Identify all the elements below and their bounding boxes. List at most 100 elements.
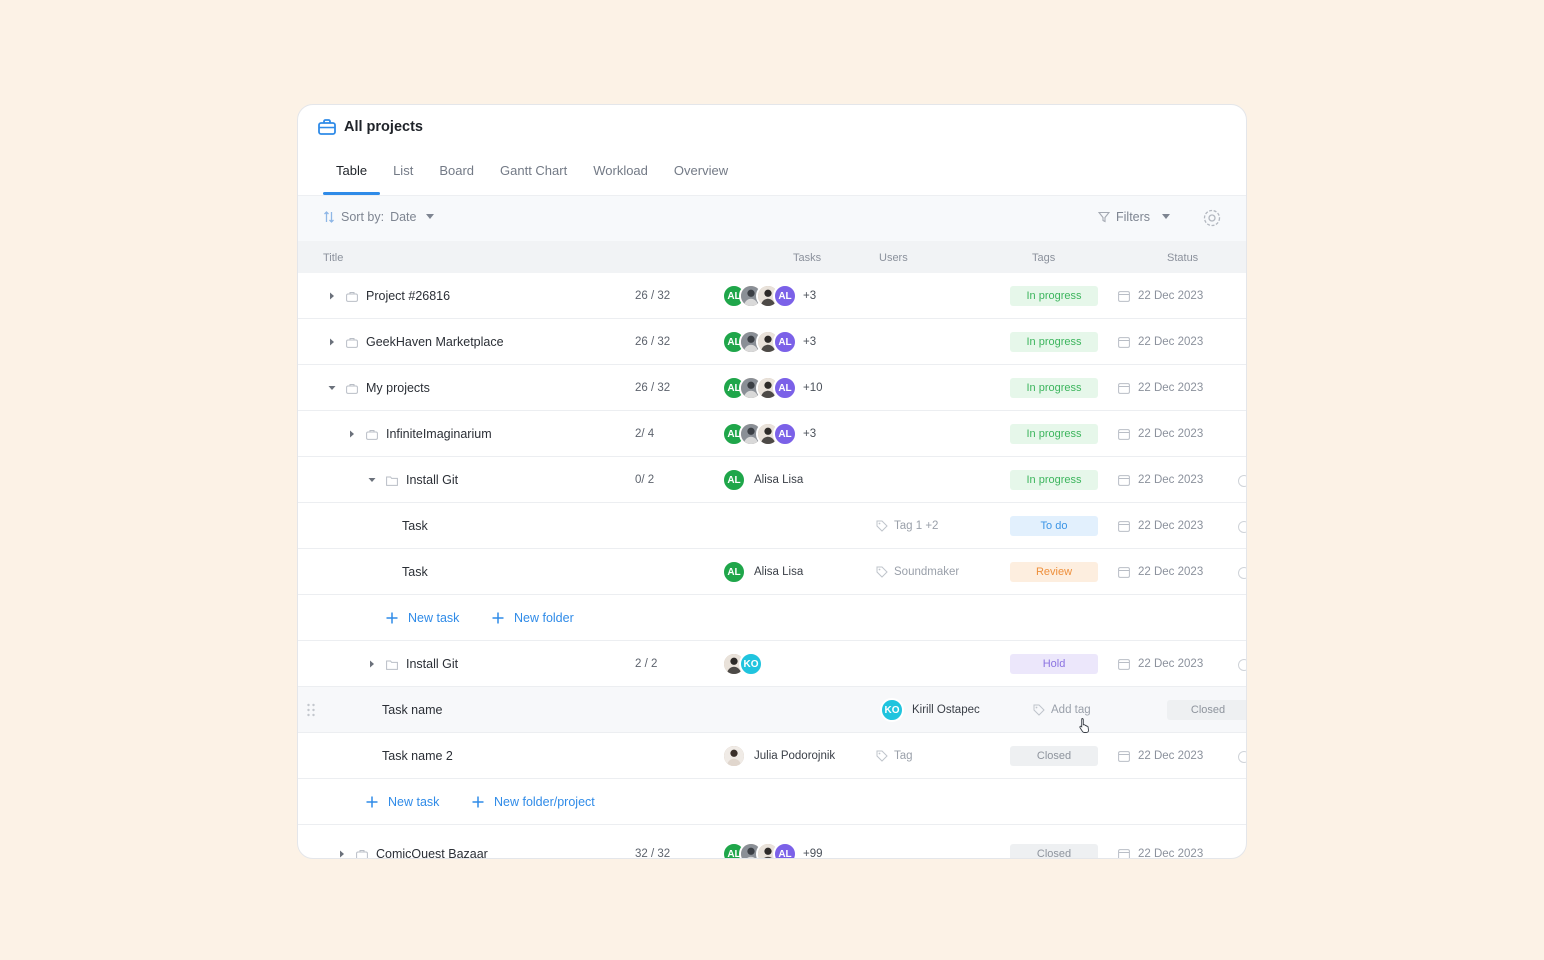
- avatar: AL: [773, 422, 797, 446]
- project-icon: [346, 383, 358, 394]
- new-task-label: New task: [408, 611, 460, 625]
- avatar-group[interactable]: AL AL: [722, 376, 797, 400]
- new-folder-button[interactable]: New folder: [492, 595, 574, 641]
- column-tasks[interactable]: Tasks: [793, 252, 821, 264]
- status-badge[interactable]: Closed: [1010, 844, 1098, 858]
- chevron-down-icon: [426, 214, 435, 219]
- new-task-button[interactable]: New task: [386, 595, 459, 641]
- due-date: 22 Dec 2023: [1138, 474, 1204, 486]
- add-row: New task New folder/project: [298, 779, 1246, 825]
- plus-icon: [366, 796, 378, 808]
- table-row[interactable]: Task Tag 1 +2 To do 22 Dec 2023: [298, 503, 1246, 549]
- table-row[interactable]: Task name 2 Julia Podorojnik Tag Closed …: [298, 733, 1246, 779]
- tab-workload[interactable]: Workload: [580, 155, 661, 195]
- column-users[interactable]: Users: [879, 252, 908, 264]
- row-action-icon[interactable]: [1238, 475, 1246, 487]
- table-row[interactable]: GeekHaven Marketplace 26 / 32 AL AL +3 I…: [298, 319, 1246, 365]
- row-action-icon[interactable]: [1238, 659, 1246, 671]
- status-badge[interactable]: In progress: [1010, 286, 1098, 306]
- avatar-group[interactable]: AL AL: [722, 284, 797, 308]
- more-users-count: +3: [803, 428, 817, 440]
- column-status[interactable]: Status: [1167, 252, 1198, 264]
- calendar-icon: [1118, 337, 1130, 348]
- due-date: 22 Dec 2023: [1138, 750, 1204, 762]
- row-title: ComicQuest Bazaar: [376, 847, 488, 859]
- table-row[interactable]: Task name KO Kirill Ostapec Add tag Clos…: [298, 687, 1246, 733]
- column-tags[interactable]: Tags: [1032, 252, 1055, 264]
- row-action-icon[interactable]: [1238, 567, 1246, 579]
- row-title: InfiniteImaginarium: [386, 427, 492, 441]
- filters-dropdown[interactable]: Filters: [1098, 210, 1171, 224]
- calendar-icon: [1118, 291, 1130, 302]
- tab-gantt-chart[interactable]: Gantt Chart: [487, 155, 580, 195]
- due-date: 22 Dec 2023: [1138, 566, 1204, 578]
- due-date: 22 Dec 2023: [1138, 382, 1204, 394]
- table-row[interactable]: My projects 26 / 32 AL AL +10 In progres…: [298, 365, 1246, 411]
- avatar: AL: [773, 376, 797, 400]
- task-count: 26 / 32: [635, 382, 671, 394]
- avatar-group[interactable]: KO: [722, 652, 763, 676]
- calendar-icon: [1118, 429, 1130, 440]
- project-icon: [366, 429, 378, 440]
- task-count: 26 / 32: [635, 290, 671, 302]
- new-folder-project-button[interactable]: New folder/project: [472, 779, 595, 825]
- chevron-down-icon[interactable]: [368, 476, 376, 484]
- avatar-group[interactable]: AL AL: [722, 842, 797, 858]
- chevron-right-icon[interactable]: [368, 660, 376, 668]
- avatar-group[interactable]: AL AL: [722, 330, 797, 354]
- new-task-button[interactable]: New task: [366, 779, 439, 825]
- pointer-cursor-icon: [1079, 718, 1089, 733]
- row-title: Project #26816: [366, 289, 451, 303]
- tab-table[interactable]: Table: [323, 155, 381, 195]
- drag-handle-icon[interactable]: [306, 703, 316, 717]
- table-row[interactable]: Install Git 0/ 2 AL Alisa Lisa In progre…: [298, 457, 1246, 503]
- chevron-right-icon[interactable]: [348, 430, 356, 438]
- sort-dropdown[interactable]: Sort by: Date: [323, 210, 435, 224]
- status-badge[interactable]: Hold: [1010, 654, 1098, 674]
- status-badge[interactable]: To do: [1010, 516, 1098, 536]
- more-users-count: +3: [803, 290, 817, 302]
- briefcase-icon: [318, 119, 336, 135]
- page-header: All projects: [318, 117, 423, 137]
- tab-board[interactable]: Board: [426, 155, 487, 195]
- status-badge[interactable]: In progress: [1010, 332, 1098, 352]
- tag-label[interactable]: Tag 1 +2: [894, 520, 938, 532]
- avatar-group[interactable]: AL AL: [722, 422, 797, 446]
- table-row[interactable]: Task AL Alisa Lisa Soundmaker Review 22 …: [298, 549, 1246, 595]
- chevron-right-icon[interactable]: [328, 292, 336, 300]
- tag-label[interactable]: Tag: [894, 750, 913, 762]
- task-count: 26 / 32: [635, 336, 671, 348]
- status-badge[interactable]: Closed: [1010, 746, 1098, 766]
- status-badge[interactable]: In progress: [1010, 424, 1098, 444]
- table-row[interactable]: Project #26816 26 / 32 AL AL +3 In progr…: [298, 273, 1246, 319]
- user-name: Alisa Lisa: [754, 474, 804, 486]
- task-count: 32 / 32: [635, 848, 671, 859]
- add-tag-button[interactable]: Add tag: [1051, 704, 1091, 716]
- chevron-right-icon[interactable]: [338, 850, 346, 858]
- more-users-count: +99: [803, 848, 823, 859]
- status-badge[interactable]: Review: [1010, 562, 1098, 582]
- status-badge[interactable]: In progress: [1010, 470, 1098, 490]
- due-date: 22 Dec 2023: [1138, 428, 1204, 440]
- table-row[interactable]: InfiniteImaginarium 2/ 4 AL AL +3 In pro…: [298, 411, 1246, 457]
- avatar: KO: [880, 698, 904, 722]
- gear-icon[interactable]: [1202, 208, 1222, 228]
- calendar-icon: [1118, 521, 1130, 532]
- row-action-icon[interactable]: [1238, 751, 1246, 763]
- add-row: New task New folder: [298, 595, 1246, 641]
- table-row[interactable]: Install Git 2 / 2 KO Hold 22 Dec 2023: [298, 641, 1246, 687]
- avatar: KO: [739, 652, 763, 676]
- chevron-right-icon[interactable]: [328, 338, 336, 346]
- tab-list[interactable]: List: [380, 155, 426, 195]
- due-date: 22 Dec 2023: [1138, 520, 1204, 532]
- row-action-icon[interactable]: [1238, 521, 1246, 533]
- calendar-icon: [1118, 567, 1130, 578]
- chevron-down-icon[interactable]: [328, 384, 336, 392]
- tab-overview[interactable]: Overview: [661, 155, 741, 195]
- table-row[interactable]: ComicQuest Bazaar 32 / 32 AL AL +99 Clos…: [298, 831, 1246, 859]
- column-title[interactable]: Title: [323, 252, 343, 264]
- status-badge[interactable]: In progress: [1010, 378, 1098, 398]
- row-title: Task name: [382, 703, 443, 717]
- status-badge[interactable]: Closed: [1167, 700, 1246, 720]
- tag-label[interactable]: Soundmaker: [894, 566, 959, 578]
